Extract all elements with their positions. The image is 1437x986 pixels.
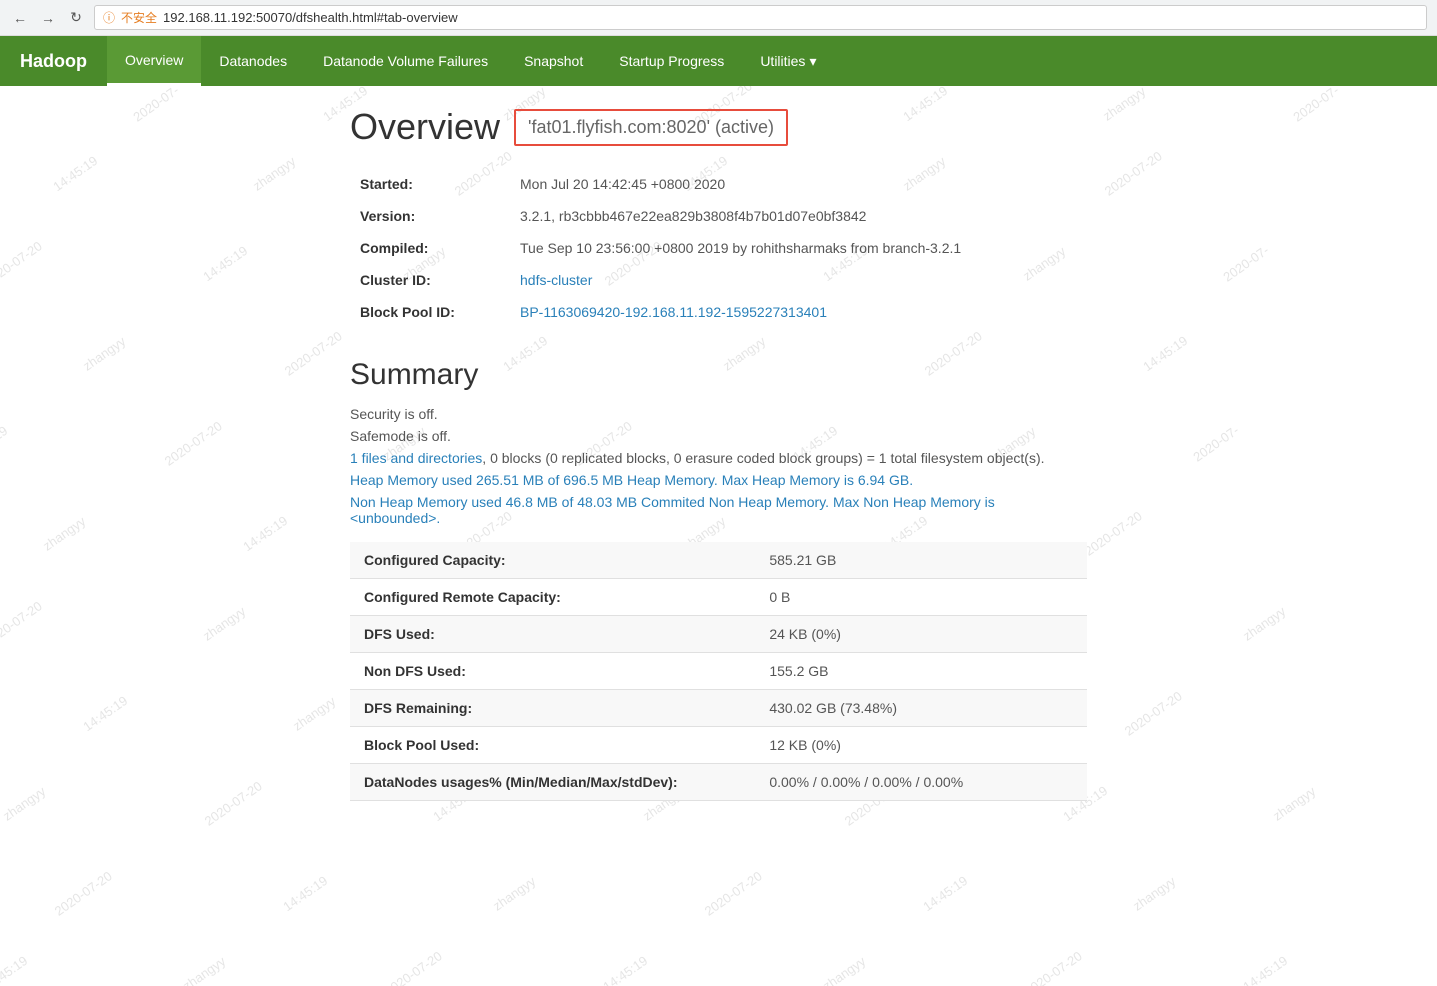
- cluster-id-link[interactable]: hdfs-cluster: [520, 272, 592, 288]
- block-pool-id-link[interactable]: BP-1163069420-192.168.11.192-15952273134…: [520, 304, 827, 320]
- info-value: Mon Jul 20 14:42:45 +0800 2020: [510, 168, 1087, 200]
- table-row: Block Pool ID: BP-1163069420-192.168.11.…: [350, 296, 1087, 328]
- table-row: Cluster ID: hdfs-cluster: [350, 264, 1087, 296]
- data-value: 0 B: [755, 579, 1087, 616]
- back-button[interactable]: ←: [10, 8, 30, 28]
- table-row: Non DFS Used: 155.2 GB: [350, 653, 1087, 690]
- address-bar[interactable]: ⓘ 不安全 192.168.11.192:50070/dfshealth.htm…: [94, 5, 1427, 30]
- page-header: Overview 'fat01.flyfish.com:8020' (activ…: [350, 106, 1087, 148]
- table-row: Started: Mon Jul 20 14:42:45 +0800 2020: [350, 168, 1087, 200]
- summary-title: Summary: [350, 358, 1087, 392]
- security-icon: ⓘ: [103, 9, 115, 26]
- page-content: Overview 'fat01.flyfish.com:8020' (activ…: [0, 86, 1437, 821]
- data-label: DFS Remaining:: [350, 690, 755, 727]
- info-label: Compiled:: [350, 232, 510, 264]
- data-label: Block Pool Used:: [350, 727, 755, 764]
- data-label: Non DFS Used:: [350, 653, 755, 690]
- data-label: Configured Remote Capacity:: [350, 579, 755, 616]
- non-heap-memory-link[interactable]: Non Heap Memory used 46.8 MB of 48.03 MB…: [350, 494, 995, 526]
- data-value: 430.02 GB (73.48%): [755, 690, 1087, 727]
- page-title: Overview: [350, 106, 500, 148]
- data-value: 155.2 GB: [755, 653, 1087, 690]
- summary-line-1: Safemode is off.: [350, 428, 1087, 444]
- info-value: BP-1163069420-192.168.11.192-15952273134…: [510, 296, 1087, 328]
- forward-button[interactable]: →: [38, 8, 58, 28]
- nav-overview[interactable]: Overview: [107, 36, 201, 86]
- info-value: 3.2.1, rb3cbbb467e22ea829b3808f4b7b01d07…: [510, 200, 1087, 232]
- info-label: Block Pool ID:: [350, 296, 510, 328]
- summary-line-0: Security is off.: [350, 406, 1087, 422]
- security-label: 不安全: [121, 9, 157, 26]
- table-row: Compiled: Tue Sep 10 23:56:00 +0800 2019…: [350, 232, 1087, 264]
- info-label: Version:: [350, 200, 510, 232]
- nav-utilities[interactable]: Utilities ▾: [742, 36, 834, 86]
- data-label: DFS Used:: [350, 616, 755, 653]
- table-row: DFS Used: 24 KB (0%): [350, 616, 1087, 653]
- summary-data-table: Configured Capacity: 585.21 GB Configure…: [350, 542, 1087, 801]
- data-label: DataNodes usages% (Min/Median/Max/stdDev…: [350, 764, 755, 801]
- summary-line-4: Non Heap Memory used 46.8 MB of 48.03 MB…: [350, 494, 1087, 526]
- chevron-down-icon: ▾: [809, 53, 816, 70]
- table-row: Block Pool Used: 12 KB (0%): [350, 727, 1087, 764]
- info-label: Cluster ID:: [350, 264, 510, 296]
- files-link[interactable]: 1 files and directories: [350, 450, 482, 466]
- browser-bar: ← → ↻ ⓘ 不安全 192.168.11.192:50070/dfsheal…: [0, 0, 1437, 36]
- data-value: 0.00% / 0.00% / 0.00% / 0.00%: [755, 764, 1087, 801]
- data-value: 585.21 GB: [755, 542, 1087, 579]
- nav-startup-progress[interactable]: Startup Progress: [601, 36, 742, 86]
- nav-datanodes[interactable]: Datanodes: [201, 36, 305, 86]
- info-label: Started:: [350, 168, 510, 200]
- info-value: hdfs-cluster: [510, 264, 1087, 296]
- brand-label[interactable]: Hadoop: [0, 36, 107, 86]
- summary-line-2: 1 files and directories, 0 blocks (0 rep…: [350, 450, 1087, 466]
- table-row: DFS Remaining: 430.02 GB (73.48%): [350, 690, 1087, 727]
- table-row: Configured Remote Capacity: 0 B: [350, 579, 1087, 616]
- nav-snapshot[interactable]: Snapshot: [506, 36, 601, 86]
- info-table: Started: Mon Jul 20 14:42:45 +0800 2020 …: [350, 168, 1087, 328]
- main-container: zhangyy 2020-07- 14:45:19 zhangyy 2020-0…: [0, 86, 1437, 986]
- info-value: Tue Sep 10 23:56:00 +0800 2019 by rohith…: [510, 232, 1087, 264]
- address-text: 192.168.11.192:50070/dfshealth.html#tab-…: [163, 10, 458, 25]
- active-node-badge: 'fat01.flyfish.com:8020' (active): [514, 109, 788, 146]
- summary-line-3: Heap Memory used 265.51 MB of 696.5 MB H…: [350, 472, 1087, 488]
- table-row: Version: 3.2.1, rb3cbbb467e22ea829b3808f…: [350, 200, 1087, 232]
- navbar: Hadoop Overview Datanodes Datanode Volum…: [0, 36, 1437, 86]
- data-value: 12 KB (0%): [755, 727, 1087, 764]
- data-label: Configured Capacity:: [350, 542, 755, 579]
- table-row: DataNodes usages% (Min/Median/Max/stdDev…: [350, 764, 1087, 801]
- table-row: Configured Capacity: 585.21 GB: [350, 542, 1087, 579]
- reload-button[interactable]: ↻: [66, 8, 86, 28]
- heap-memory-link[interactable]: Heap Memory used 265.51 MB of 696.5 MB H…: [350, 472, 913, 488]
- data-value: 24 KB (0%): [755, 616, 1087, 653]
- nav-datanode-volume-failures[interactable]: Datanode Volume Failures: [305, 36, 506, 86]
